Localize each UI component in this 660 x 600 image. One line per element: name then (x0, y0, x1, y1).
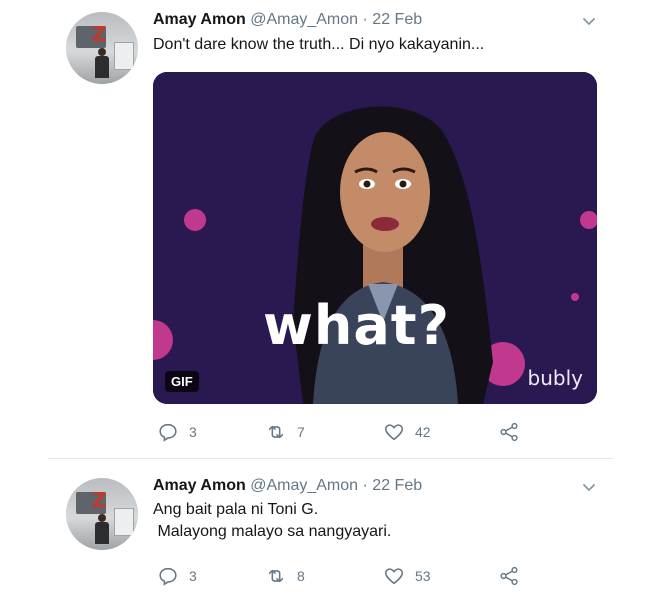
like-icon (384, 568, 404, 585)
author-handle[interactable]: @Amay_Amon (250, 477, 358, 494)
avatar-person-head (98, 48, 106, 56)
chevron-down-icon[interactable] (580, 478, 598, 496)
share-button[interactable] (498, 565, 520, 587)
pupil-right (399, 180, 407, 188)
tweet-date[interactable]: 22 Feb (372, 11, 422, 28)
like-icon (384, 424, 404, 441)
reply-icon (159, 423, 177, 442)
avatar-person-body (95, 56, 109, 78)
tweet-divider (48, 458, 613, 459)
tweet-header: Amay Amon @Amay_Amon · 22 Feb (153, 10, 422, 30)
tweet-actions: 3 7 42 (153, 421, 533, 445)
reply-button[interactable]: 3 (157, 565, 197, 587)
mouth-shape (371, 217, 399, 231)
retweet-count: 8 (297, 568, 305, 584)
avatar[interactable]: Z (66, 478, 138, 550)
reply-icon (159, 567, 177, 586)
share-icon (500, 566, 518, 586)
avatar[interactable]: Z (66, 12, 138, 84)
tweet-text: Don't dare know the truth... Di nyo kaka… (153, 36, 485, 53)
avatar-person-head (98, 514, 106, 522)
reply-count: 3 (189, 568, 197, 584)
chevron-down-icon[interactable] (580, 12, 598, 30)
avatar-letter-mark: Z (92, 488, 107, 512)
retweet-icon (268, 425, 284, 439)
gif-media[interactable]: what? GIF bubly (153, 72, 597, 404)
retweet-count: 7 (297, 424, 305, 440)
share-icon (500, 422, 518, 442)
like-button[interactable]: 42 (383, 421, 431, 443)
reply-count: 3 (189, 424, 197, 440)
author-handle[interactable]: @Amay_Amon (250, 11, 358, 28)
avatar-sign (114, 42, 134, 70)
avatar-letter-mark: Z (92, 22, 107, 46)
separator-dot: · (362, 11, 368, 28)
avatar-sign (114, 508, 134, 536)
brand-logo: bubly (527, 366, 583, 390)
retweet-icon (268, 569, 284, 583)
like-button[interactable]: 53 (383, 565, 431, 587)
face-shape (340, 132, 430, 252)
gif-caption: what? (263, 294, 450, 357)
tweet-actions: 3 8 53 (153, 565, 533, 589)
reply-button[interactable]: 3 (157, 421, 197, 443)
like-count: 53 (415, 568, 431, 584)
gif-badge: GIF (165, 371, 199, 392)
like-count: 42 (415, 424, 431, 440)
tweet-date[interactable]: 22 Feb (372, 477, 422, 494)
avatar-person-body (95, 522, 109, 544)
retweet-button[interactable]: 8 (265, 565, 305, 587)
retweet-button[interactable]: 7 (265, 421, 305, 443)
decor-dot (184, 209, 206, 231)
decor-dot (571, 293, 579, 301)
separator-dot: · (362, 477, 368, 494)
tweet-header: Amay Amon @Amay_Amon · 22 Feb (153, 476, 422, 496)
author-name[interactable]: Amay Amon (153, 11, 246, 28)
tweet-text-line: Malayong malayo sa nangyayari. (153, 523, 392, 540)
pupil-left (363, 180, 371, 188)
share-button[interactable] (498, 421, 520, 443)
tweet-text-line: Ang bait pala ni Toni G. (153, 501, 319, 518)
author-name[interactable]: Amay Amon (153, 477, 246, 494)
